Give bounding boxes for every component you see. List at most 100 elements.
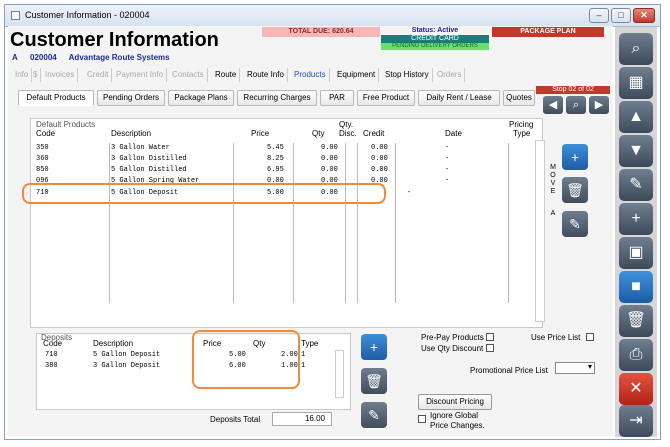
print-button[interactable]: ⎙ — [619, 339, 653, 371]
sort-label: A — [550, 210, 556, 217]
grid-icon: ▦ — [628, 74, 644, 91]
edit-button[interactable]: ✎ — [619, 169, 653, 201]
package-plan-badge: PACKAGE PLAN — [492, 27, 604, 37]
delete-deposit-button[interactable]: 🗑 — [361, 368, 387, 394]
trash-icon: 🗑 — [365, 373, 383, 389]
stop-counter: Stop 02 of 02 — [536, 86, 610, 94]
add-document-icon: + — [570, 149, 580, 165]
new-card-button[interactable]: ▣ — [619, 237, 653, 269]
discount-pricing-button[interactable]: Discount Pricing — [418, 394, 492, 410]
highlight-deposit-row — [22, 183, 386, 204]
use-qty-discount-checkbox[interactable] — [486, 344, 494, 352]
table-row[interactable]: 850 5 Gallon Distilled 6.95 0.00 0.00 - — [31, 165, 536, 176]
arrow-down-icon: ▼ — [628, 142, 644, 159]
col-type-header: Type — [513, 129, 531, 138]
grid-button[interactable]: ▦ — [619, 67, 653, 99]
table-row[interactable]: 360 3 Gallon Distilled 8.25 0.00 0.00 - — [31, 154, 536, 165]
tab-invoices[interactable]: Invoices — [42, 68, 79, 82]
save-button[interactable]: ■ — [619, 271, 653, 303]
search-button[interactable]: ⌕ — [619, 33, 653, 65]
ignore-global-checkbox[interactable] — [418, 415, 426, 423]
product-code: 360 — [36, 155, 49, 163]
subtab-quotes[interactable]: Quotes — [503, 90, 535, 106]
subtab-pending-orders[interactable]: Pending Orders — [97, 90, 165, 106]
edit-deposit-button[interactable]: ✎ — [361, 402, 387, 428]
add-document-button[interactable]: + — [619, 203, 653, 235]
edit-product-button[interactable]: ✎ — [562, 211, 588, 237]
search-icon: ⌕ — [631, 40, 641, 57]
subtab-recurring-charges[interactable]: Recurring Charges — [237, 90, 317, 106]
move-up-button[interactable]: ▲ — [619, 101, 653, 133]
tab-dollar[interactable]: $ — [30, 68, 42, 82]
use-qty-discount-label: Use Qty Discount — [421, 344, 484, 353]
trash-icon: 🗑 — [625, 312, 647, 329]
tab-route-info[interactable]: Route Info — [244, 68, 288, 82]
use-price-list-checkbox[interactable] — [586, 333, 594, 341]
ignore-global-label-2: Price Changes. — [430, 421, 485, 430]
tab-payment-info[interactable]: Payment Info — [113, 68, 168, 82]
product-date: - — [445, 166, 450, 174]
move-letter: M — [550, 164, 556, 171]
account-number: 020004 — [30, 53, 57, 62]
use-price-list-label: Use Price List — [531, 333, 581, 342]
promotional-price-list-select[interactable]: ▾ — [555, 362, 595, 374]
previous-stop-button[interactable]: ◀ — [543, 96, 563, 114]
maximize-button[interactable]: □ — [611, 8, 631, 23]
add-product-button[interactable]: + — [562, 144, 588, 170]
delete-product-button[interactable]: 🗑 — [562, 177, 588, 203]
arrow-up-icon: ▲ — [628, 108, 644, 125]
subtab-daily-rent-lease[interactable]: Daily Rent / Lease — [418, 90, 500, 106]
products-scrollbar[interactable] — [535, 140, 545, 322]
subtab-par[interactable]: PAR — [320, 90, 354, 106]
add-deposit-button[interactable]: + — [361, 334, 387, 360]
prepay-products-label: Pre-Pay Products — [421, 333, 484, 342]
arrow-right-icon: ▶ — [594, 99, 604, 111]
deposit-code: 710 — [45, 351, 58, 359]
tab-route[interactable]: Route — [212, 68, 241, 82]
delete-button[interactable]: 🗑 — [619, 305, 653, 337]
save-icon: ■ — [631, 278, 641, 295]
tab-orders[interactable]: Orders — [434, 68, 466, 82]
deposit-type: 1 — [301, 362, 306, 370]
search-stop-button[interactable]: ⌕ — [566, 96, 586, 114]
deposits-scrollbar[interactable] — [335, 350, 344, 398]
move-letter: O — [550, 172, 556, 179]
total-due-badge: TOTAL DUE: 620.64 — [262, 27, 380, 37]
product-date: - — [445, 177, 450, 185]
product-credit: 0.00 — [371, 144, 388, 152]
tab-products[interactable]: Products — [291, 68, 330, 82]
next-stop-button[interactable]: ▶ — [589, 96, 609, 114]
tab-credit[interactable]: Credit — [84, 68, 113, 82]
tab-equipment[interactable]: Equipment — [334, 68, 380, 82]
product-description: 3 Gallon Water — [111, 144, 170, 152]
subtab-default-products[interactable]: Default Products — [18, 90, 94, 106]
edit-icon: ✎ — [629, 176, 643, 193]
tab-stop-history[interactable]: Stop History — [382, 68, 433, 82]
deposit-type: 1 — [301, 351, 306, 359]
promotional-price-list-label: Promotional Price List — [470, 366, 548, 375]
account-line: A 020004 Advantage Route Systems — [12, 53, 180, 62]
prepay-products-checkbox[interactable] — [486, 333, 494, 341]
close-window-button[interactable]: ✕ — [633, 8, 655, 23]
col-qty-header: Qty — [312, 129, 325, 138]
col-description-header: Description — [111, 129, 152, 138]
product-price: 8.25 — [267, 155, 284, 163]
chevron-down-icon: ▾ — [587, 362, 592, 371]
cancel-button[interactable]: ✕ — [619, 373, 653, 405]
product-price: 6.95 — [267, 166, 284, 174]
exit-button[interactable]: ⇥ — [619, 405, 653, 437]
product-qty: 0.00 — [321, 144, 338, 152]
move-down-button[interactable]: ▼ — [619, 135, 653, 167]
subtab-free-product[interactable]: Free Product — [357, 90, 415, 106]
product-code: 350 — [36, 144, 49, 152]
table-row[interactable]: 350 3 Gallon Water 5.45 0.00 0.00 - — [31, 143, 536, 154]
ignore-global-label: Ignore Global — [430, 411, 479, 420]
col-credit-header: Credit — [363, 129, 385, 138]
minimize-button[interactable]: – — [589, 8, 609, 23]
search-icon: ⌕ — [572, 99, 580, 111]
tab-contacts[interactable]: Contacts — [169, 68, 208, 82]
subtab-package-plans[interactable]: Package Plans — [168, 90, 234, 106]
add-document-icon: + — [631, 210, 641, 227]
status-label: Status: Active — [411, 27, 459, 34]
stop-total: 02 — [586, 86, 594, 93]
